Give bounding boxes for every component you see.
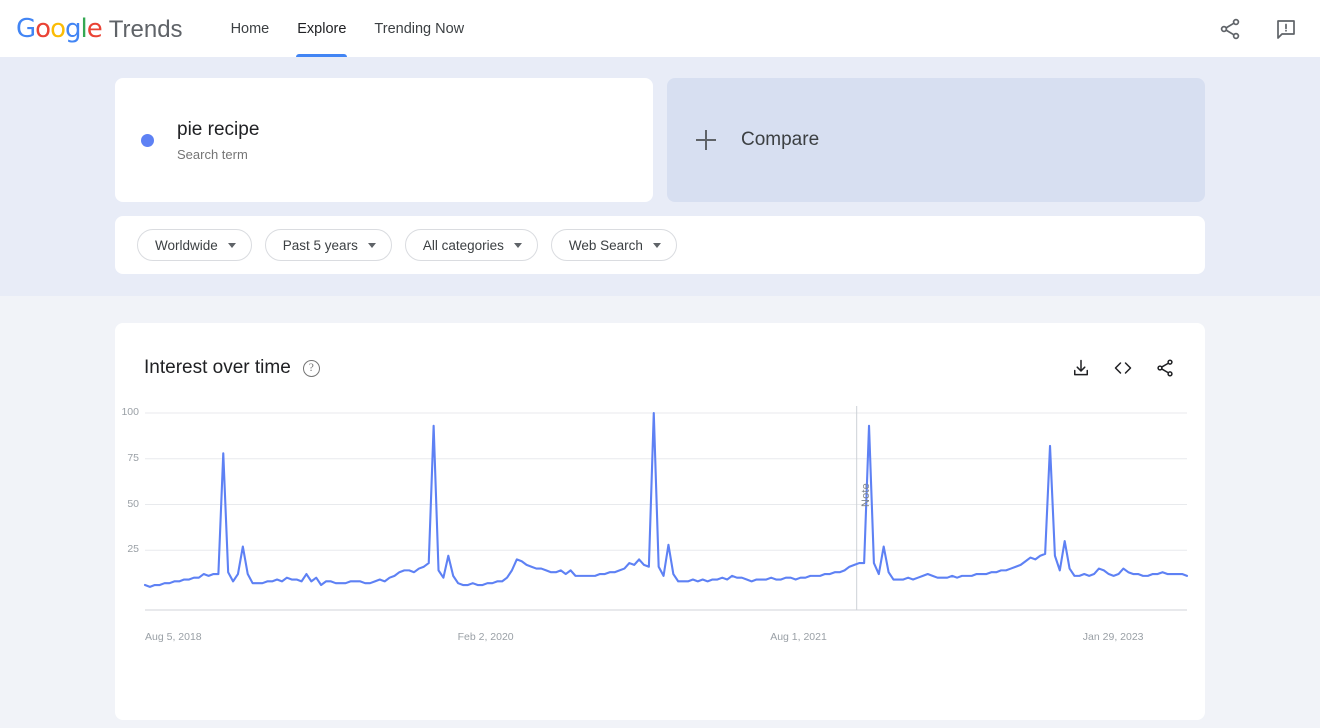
chart-section: Interest over time ? 100 75 50 25 Note A… <box>0 296 1320 720</box>
chart-toolbar <box>1071 358 1175 378</box>
search-term-text: pie recipe <box>177 119 260 141</box>
search-type-filter[interactable]: Web Search <box>550 229 677 261</box>
query-band: pie recipe Search term Compare Worldwide… <box>0 57 1320 296</box>
search-term-type: Search term <box>177 146 248 162</box>
y-axis-tick: 50 <box>127 497 139 510</box>
time-range-filter[interactable]: Past 5 years <box>264 229 392 261</box>
x-axis-labels: Aug 5, 2018 Feb 2, 2020 Aug 1, 2021 Jan 29,… <box>115 631 1205 651</box>
help-icon[interactable]: ? <box>302 359 320 377</box>
series-color-dot <box>141 133 154 147</box>
x-axis-tick: Feb 2, 2020 <box>457 631 514 643</box>
main-nav: Home Explore Trending Now <box>217 0 479 57</box>
compare-label: Compare <box>741 129 820 150</box>
feedback-icon[interactable] <box>1274 17 1298 41</box>
app-header: Google Trends Home Explore Trending Now <box>0 0 1320 57</box>
chevron-down-icon <box>367 242 376 248</box>
share-icon[interactable] <box>1218 17 1242 41</box>
chevron-down-icon <box>652 242 661 248</box>
location-filter[interactable]: Worldwide <box>137 229 252 261</box>
chart-plot-area: 100 75 50 25 Note <box>115 401 1205 631</box>
nav-item-home[interactable]: Home <box>217 0 284 57</box>
y-axis-tick: 75 <box>127 451 139 464</box>
product-name: Trends <box>108 15 183 43</box>
category-filter[interactable]: All categories <box>404 229 538 261</box>
chevron-down-icon <box>227 242 236 248</box>
category-filter-label: All categories <box>422 237 504 253</box>
search-type-filter-label: Web Search <box>568 237 643 253</box>
chevron-down-icon <box>513 242 522 248</box>
filters-bar: Worldwide Past 5 years All categories We… <box>115 216 1205 274</box>
y-axis-tick: 100 <box>121 406 139 418</box>
chart-title: Interest over time <box>144 357 291 378</box>
search-term-card[interactable]: pie recipe Search term <box>115 78 653 202</box>
x-axis-tick: Jan 29, 2023 <box>1082 631 1144 643</box>
time-range-filter-label: Past 5 years <box>282 237 358 253</box>
x-axis-tick: Aug 1, 2021 <box>770 631 827 643</box>
x-axis-tick: Aug 5, 2018 <box>145 631 202 643</box>
chart-header: Interest over time ? <box>115 323 1205 379</box>
location-filter-label: Worldwide <box>155 237 218 253</box>
nav-item-trending-now[interactable]: Trending Now <box>360 0 478 57</box>
plus-icon <box>696 130 716 150</box>
header-actions <box>1218 17 1298 41</box>
compare-card[interactable]: Compare <box>667 78 1205 202</box>
share-icon[interactable] <box>1155 358 1175 378</box>
embed-code-icon[interactable] <box>1113 358 1133 378</box>
google-wordmark: Google <box>16 13 103 44</box>
download-icon[interactable] <box>1071 358 1091 378</box>
y-axis-tick: 25 <box>127 543 139 556</box>
nav-item-explore[interactable]: Explore <box>283 0 360 57</box>
terms-row: pie recipe Search term Compare <box>115 78 1205 202</box>
google-trends-logo[interactable]: Google Trends <box>16 14 183 44</box>
interest-over-time-card: Interest over time ? 100 75 50 25 Note A… <box>115 323 1205 720</box>
trends-line-chart[interactable] <box>115 401 1205 631</box>
note-annotation-label: Note <box>859 482 872 507</box>
